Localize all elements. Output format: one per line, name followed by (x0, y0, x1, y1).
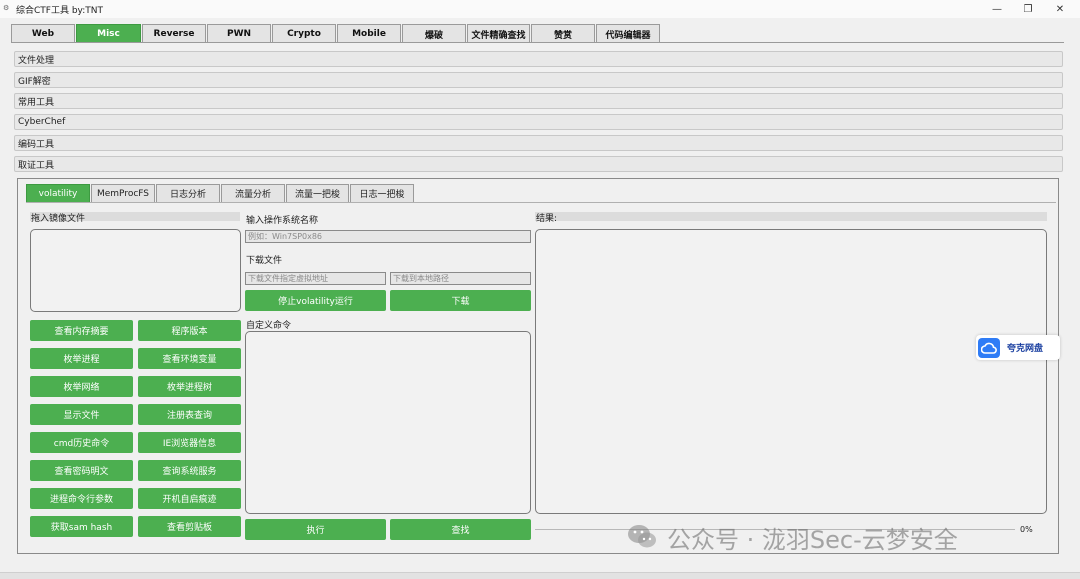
execute-button[interactable]: 执行 (245, 519, 386, 540)
accordion-encoding-tools[interactable]: 编码工具 (14, 135, 1063, 151)
result-output-area[interactable] (535, 229, 1047, 514)
accordion-common-tools[interactable]: 常用工具 (14, 93, 1063, 109)
result-label-bar (535, 212, 1047, 221)
cmdline-args-button[interactable]: 进程命令行参数 (30, 488, 133, 509)
enum-process-button[interactable]: 枚举进程 (30, 348, 133, 369)
accordion-cyberchef[interactable]: CyberChef (14, 114, 1063, 130)
local-path-input[interactable] (390, 272, 531, 285)
main-tab-bar: Web Misc Reverse PWN Crypto Mobile 爆破 文件… (11, 24, 661, 43)
minimize-button[interactable]: — (982, 0, 1012, 18)
watermark: 公众号 · 泷羽Sec-云梦安全 (627, 520, 958, 554)
program-version-button[interactable]: 程序版本 (138, 320, 241, 341)
quark-drive-label: 夸克网盘 (1007, 344, 1044, 354)
show-files-button[interactable]: 显示文件 (30, 404, 133, 425)
wechat-icon (627, 523, 657, 551)
title-bar: ⚙ 综合CTF工具 by:TNT — ❐ ✕ (0, 0, 1080, 18)
subtab-traffic-analysis[interactable]: 流量分析 (221, 184, 285, 202)
system-services-button[interactable]: 查询系统服务 (138, 460, 241, 481)
plaintext-password-button[interactable]: 查看密码明文 (30, 460, 133, 481)
watermark-text: 公众号 · 泷羽Sec-云梦安全 (667, 525, 958, 554)
virtual-address-input[interactable] (245, 272, 386, 285)
maximize-button[interactable]: ❐ (1013, 0, 1043, 18)
accordion-gif-decrypt[interactable]: GIF解密 (14, 72, 1063, 88)
ie-browser-button[interactable]: IE浏览器信息 (138, 432, 241, 453)
enum-network-button[interactable]: 枚举网络 (30, 376, 133, 397)
registry-query-button[interactable]: 注册表查询 (138, 404, 241, 425)
quark-drive-widget[interactable]: 夸克网盘 (976, 335, 1060, 360)
tab-bruteforce[interactable]: 爆破 (402, 24, 466, 43)
tab-pwn[interactable]: PWN (207, 24, 271, 43)
memory-summary-button[interactable]: 查看内存摘要 (30, 320, 133, 341)
subtab-log-oneshot[interactable]: 日志一把梭 (350, 184, 414, 202)
app-icon: ⚙ (3, 4, 10, 12)
subtab-volatility[interactable]: volatility (26, 184, 90, 202)
download-button[interactable]: 下载 (390, 290, 531, 311)
sam-hash-button[interactable]: 获取sam hash (30, 516, 133, 537)
custom-command-label: 自定义命令 (246, 321, 292, 331)
taskbar-strip (0, 572, 1080, 579)
tab-reverse[interactable]: Reverse (142, 24, 206, 43)
subtab-memprocfs[interactable]: MemProcFS (91, 184, 155, 202)
result-label: 结果: (536, 214, 558, 224)
download-file-label: 下载文件 (246, 256, 283, 266)
subtab-log-analysis[interactable]: 日志分析 (156, 184, 220, 202)
tab-misc[interactable]: Misc (76, 24, 141, 43)
process-tree-button[interactable]: 枚举进程树 (138, 376, 241, 397)
os-name-input[interactable] (245, 230, 531, 243)
close-button[interactable]: ✕ (1045, 0, 1075, 18)
forensics-tab-bar: volatility MemProcFS 日志分析 流量分析 流量一把梭 日志一… (26, 184, 415, 202)
image-drop-area[interactable] (30, 229, 241, 312)
accordion-forensics-tools[interactable]: 取证工具 (14, 156, 1063, 172)
custom-command-textarea[interactable] (245, 331, 531, 514)
tab-crypto[interactable]: Crypto (272, 24, 336, 43)
os-name-label: 输入操作系统名称 (246, 216, 319, 226)
subtab-divider (26, 202, 1056, 203)
drop-image-label: 拖入镜像文件 (31, 214, 86, 224)
clipboard-button[interactable]: 查看剪贴板 (138, 516, 241, 537)
progress-percent: 0% (1020, 525, 1033, 534)
autostart-button[interactable]: 开机自启痕迹 (138, 488, 241, 509)
find-button[interactable]: 查找 (390, 519, 531, 540)
accordion-file-processing[interactable]: 文件处理 (14, 51, 1063, 67)
tab-divider (11, 42, 1064, 43)
cloud-icon (978, 337, 1000, 358)
tab-file-search[interactable]: 文件精确查找 (467, 24, 530, 43)
tab-donate[interactable]: 赞赏 (531, 24, 595, 43)
cmd-history-button[interactable]: cmd历史命令 (30, 432, 133, 453)
subtab-traffic-oneshot[interactable]: 流量一把梭 (286, 184, 349, 202)
tab-web[interactable]: Web (11, 24, 75, 43)
tab-code-editor[interactable]: 代码编辑器 (596, 24, 660, 43)
stop-volatility-button[interactable]: 停止volatility运行 (245, 290, 386, 311)
tab-mobile[interactable]: Mobile (337, 24, 401, 43)
window-title: 综合CTF工具 by:TNT (16, 6, 103, 16)
env-vars-button[interactable]: 查看环境变量 (138, 348, 241, 369)
